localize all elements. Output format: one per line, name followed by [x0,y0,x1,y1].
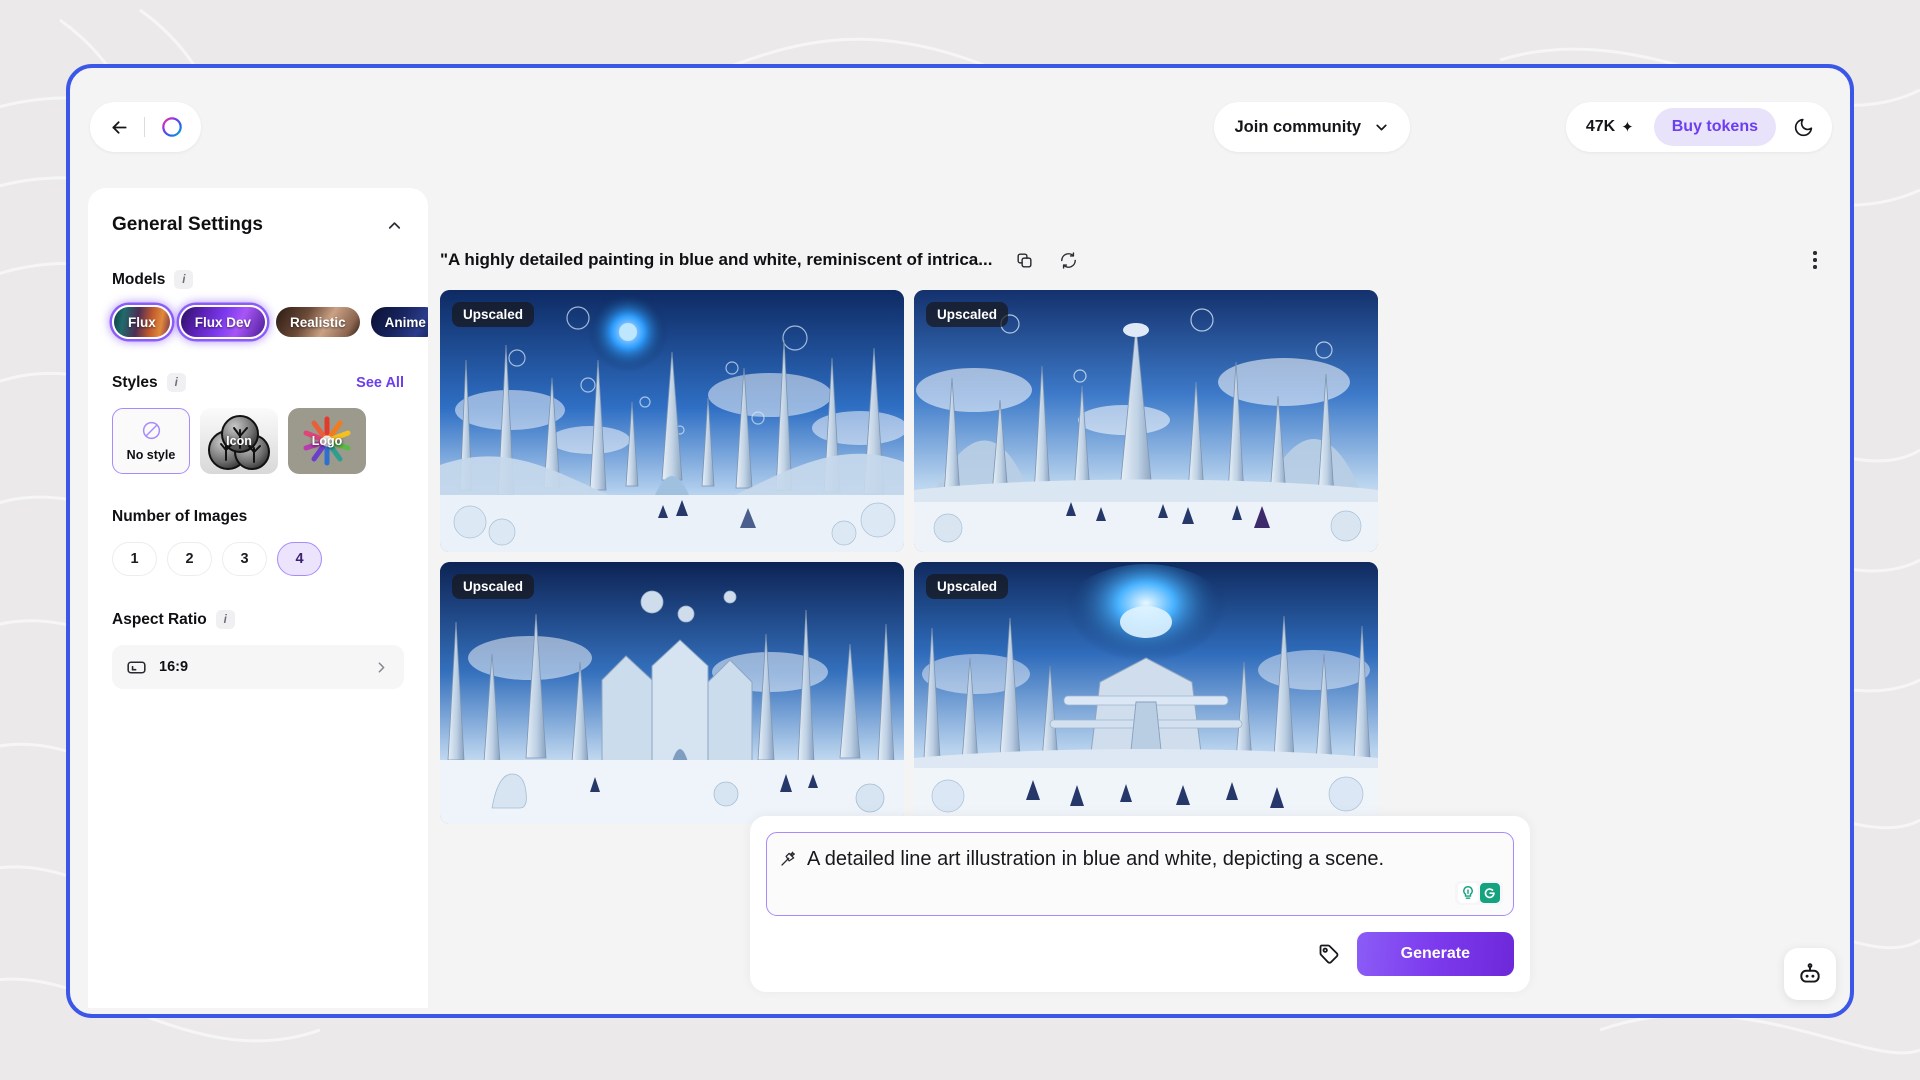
composer-actions: Generate [766,932,1514,976]
generated-image-art [440,562,904,824]
magic-wand-icon[interactable] [779,850,797,868]
lightbulb-icon[interactable] [1458,883,1478,903]
style-card-icon[interactable]: Icon [200,408,278,474]
model-pill-label: Flux [128,314,156,330]
number-of-images-section-label: Number of Images [112,508,404,526]
number-of-images-row: 1 2 3 4 [112,542,404,576]
nav-divider [144,117,145,137]
styles-row: No style Icon Logo [112,408,404,474]
moon-icon[interactable] [1784,108,1822,146]
styles-info-icon[interactable]: i [166,373,186,392]
generated-image-card[interactable]: Upscaled [914,290,1378,552]
brand-logo-icon[interactable] [159,114,185,140]
prompt-input[interactable] [807,846,1501,902]
aspect-ratio-info-icon[interactable]: i [215,610,235,629]
models-row: Flux Flux Dev Realistic Anime [112,305,428,339]
robot-icon [1800,963,1820,983]
image-count-option-1[interactable]: 1 [112,542,157,576]
join-community-button[interactable]: Join community [1214,102,1410,152]
models-label: Models [112,270,166,288]
general-settings-header[interactable]: General Settings [112,214,404,236]
styles-label: Styles [112,373,158,391]
image-count-option-3[interactable]: 3 [222,542,267,576]
chevron-right-icon [378,661,385,673]
page-title: General Settings [112,214,263,235]
generated-image-card[interactable]: Upscaled [440,562,904,824]
buy-tokens-button[interactable]: Buy tokens [1653,108,1776,146]
style-card-label: Logo [311,434,343,448]
image-count-option-2[interactable]: 2 [167,542,212,576]
upscaled-badge: Upscaled [452,302,535,327]
style-card-no-style[interactable]: No style [112,408,190,474]
token-count: 47K [1585,118,1616,135]
styles-section-label: Styles i See All [112,373,404,392]
model-pill-flux[interactable]: Flux [112,305,172,339]
see-all-link[interactable]: See All [356,375,404,391]
generated-image-card[interactable]: Upscaled [914,562,1378,824]
image-count-option-4[interactable]: 4 [277,542,322,576]
tag-icon[interactable] [1317,942,1341,966]
generated-image-art [914,562,1378,824]
prompt-input-wrapper [766,832,1514,916]
no-style-icon [142,421,160,440]
number-of-images-label: Number of Images [112,508,248,525]
copy-icon[interactable] [1012,248,1036,272]
aspect-ratio-icon [127,660,146,674]
general-settings-panel: General Settings Models i Flux Flux Dev … [88,188,428,1008]
models-info-icon[interactable]: i [174,270,194,289]
token-spark-icon: ✦ [1621,119,1634,136]
generate-button[interactable]: Generate [1356,932,1514,976]
model-pill-label: Flux Dev [194,314,252,330]
model-pill-label: Anime [384,314,426,330]
style-card-logo[interactable]: Logo [288,408,366,474]
model-pill-realistic[interactable]: Realistic [274,305,362,339]
chat-bot-button[interactable] [1784,948,1836,1000]
model-pill-flux-dev[interactable]: Flux Dev [178,305,268,339]
upscaled-badge: Upscaled [926,574,1009,599]
token-balance-chip[interactable]: 47K ✦ [1572,110,1648,144]
style-card-label: No style [126,448,176,462]
top-bar: Join community 47K ✦ Buy tokens [70,68,1850,172]
prompt-header: "A highly detailed painting in blue and … [440,243,1828,277]
generated-image-art [440,290,904,552]
aspect-ratio-selector[interactable]: 16:9 [112,645,404,689]
account-group: 47K ✦ Buy tokens [1565,102,1832,152]
arrow-left-icon[interactable] [108,116,130,138]
style-card-label: Icon [226,434,252,448]
aspect-ratio-label: Aspect Ratio [112,610,207,628]
refresh-icon[interactable] [1056,248,1080,272]
models-section-label: Models i [112,270,404,289]
join-community-label: Join community [1234,117,1361,136]
chevron-up-icon[interactable] [385,216,404,235]
grammar-assist-badges [1455,881,1503,905]
generated-image-card[interactable]: Upscaled [440,290,904,552]
aspect-ratio-value: 16:9 [159,659,189,675]
generated-images-gallery: Upscaled Upscaled Upscaled Upscaled [440,290,1828,824]
model-pill-label: Realistic [290,314,346,330]
prompt-title: "A highly detailed painting in blue and … [440,250,993,269]
grammarly-icon[interactable] [1480,883,1500,903]
upscaled-badge: Upscaled [452,574,535,599]
more-vertical-icon[interactable] [1802,247,1828,273]
generated-image-art [914,290,1378,552]
aspect-ratio-section-label: Aspect Ratio i [112,610,404,629]
app-window: Join community 47K ✦ Buy tokens General … [66,64,1854,1018]
upscaled-badge: Upscaled [926,302,1009,327]
chevron-down-icon [1376,124,1387,130]
prompt-composer: Generate [750,816,1530,992]
model-pill-anime[interactable]: Anime [368,305,428,339]
nav-group [90,102,201,152]
